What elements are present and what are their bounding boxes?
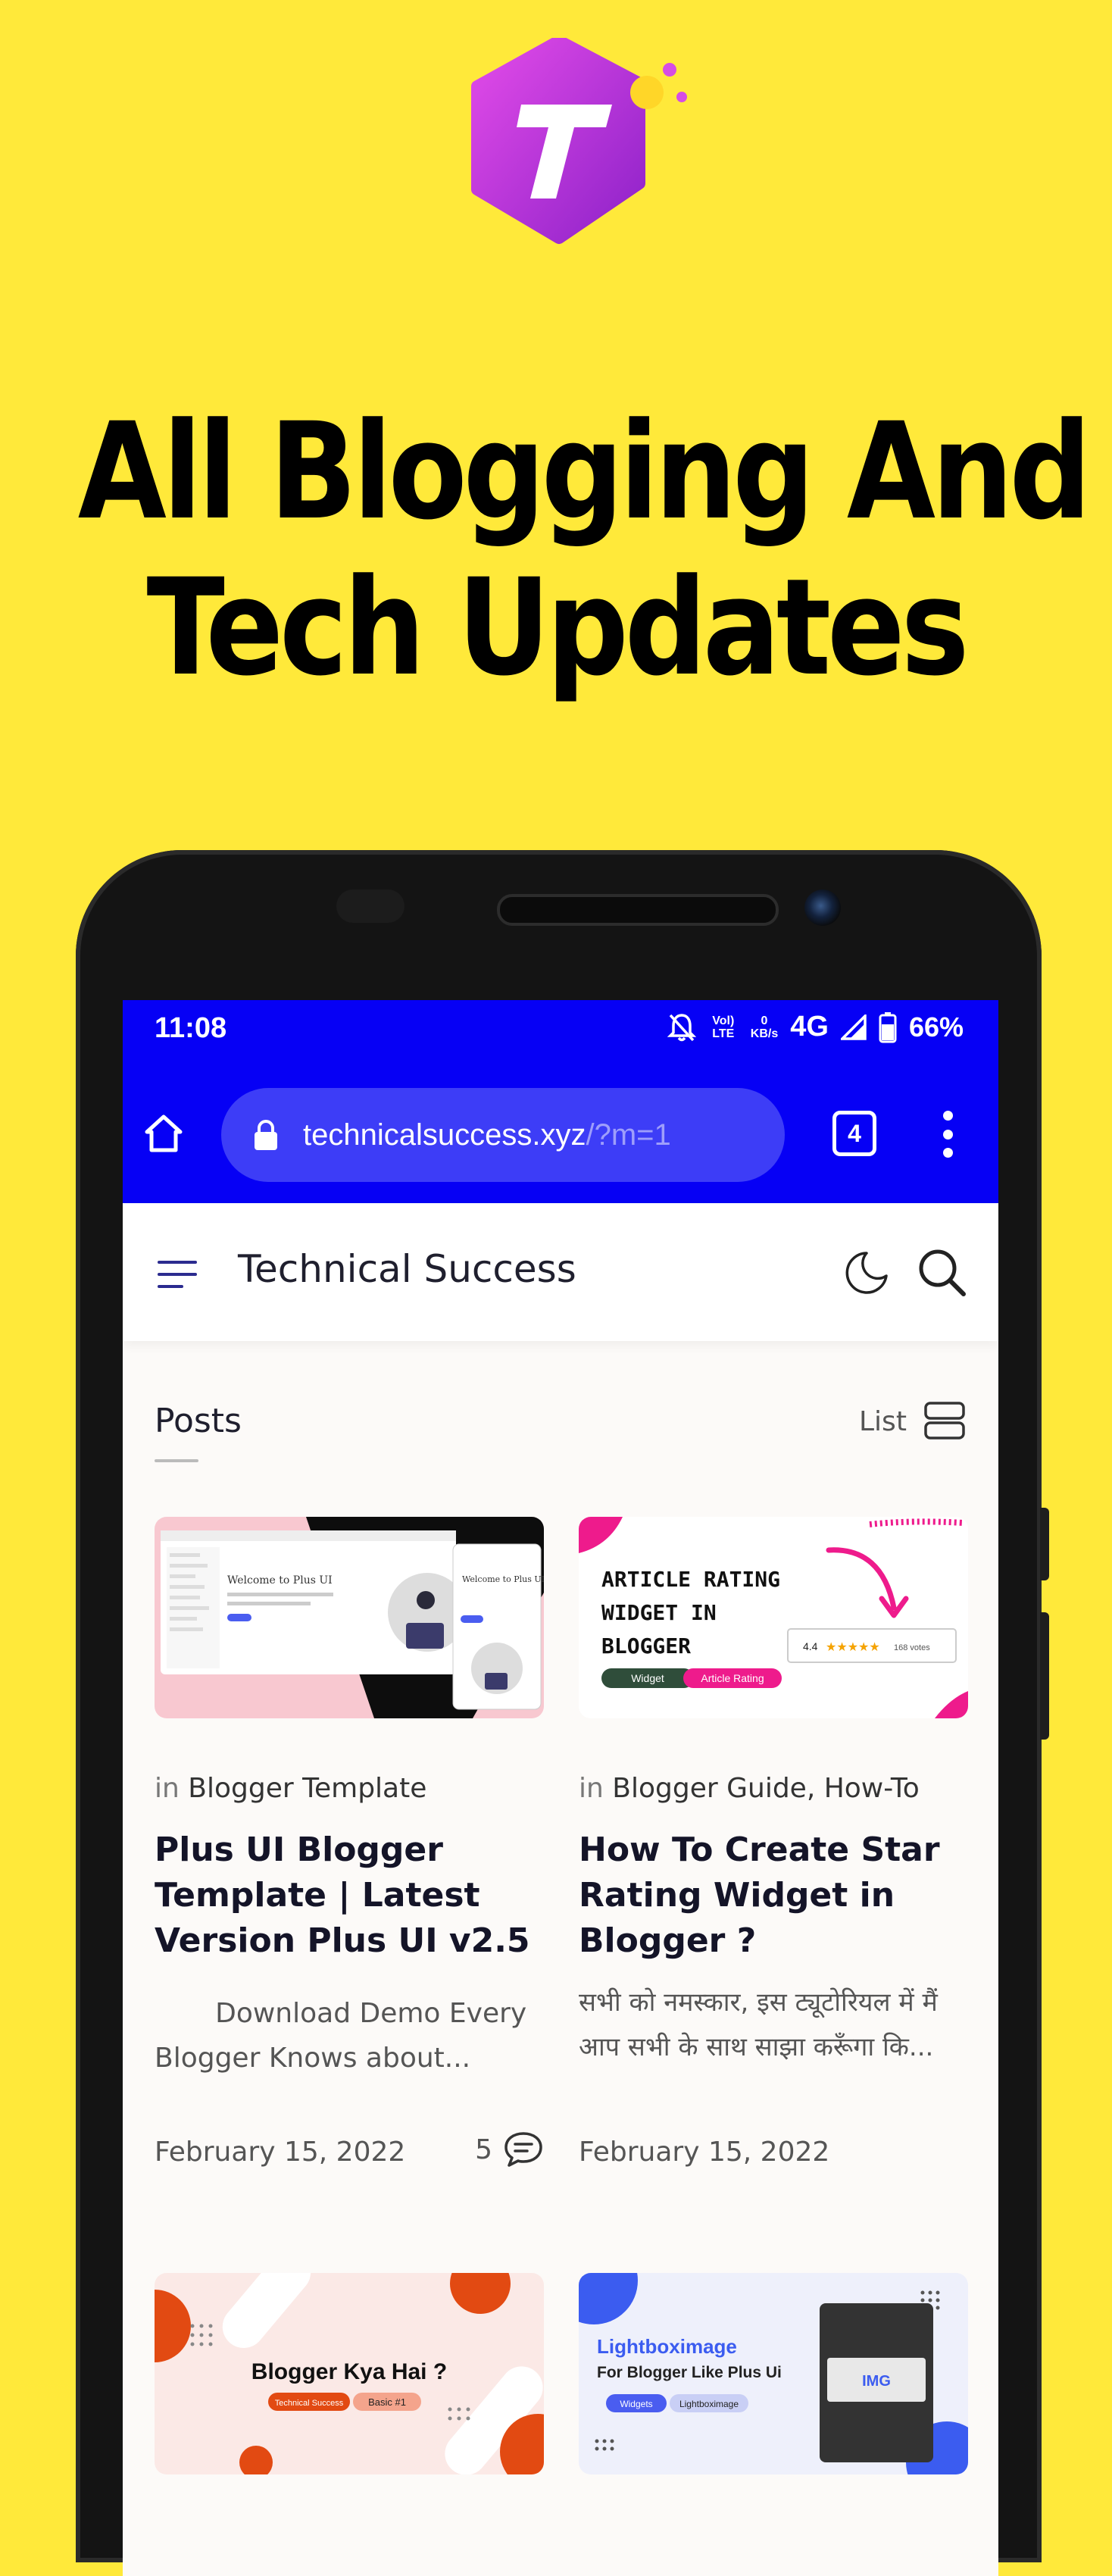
speed-unit: KB/s — [750, 1027, 779, 1040]
url-path: /?m=1 — [586, 1118, 671, 1152]
volte-indicator: Vol) LTE — [712, 1014, 735, 1040]
network-type: 4G — [790, 1011, 829, 1043]
battery-icon — [879, 1011, 897, 1043]
post-date: February 15, 2022 — [155, 2137, 406, 2168]
proximity-sensor — [336, 889, 405, 923]
promo-headline: All Blogging And Tech Updates — [77, 394, 1092, 706]
address-row: technicalsuccess.xyz/?m=1 4 — [123, 1088, 998, 1186]
heading-underline — [155, 1459, 198, 1462]
url-bar[interactable]: technicalsuccess.xyz/?m=1 — [221, 1088, 785, 1182]
volume-button — [1040, 1508, 1049, 1580]
posts-heading: Posts — [155, 1402, 242, 1440]
speed-indicator: 0 KB/s — [751, 1014, 778, 1040]
dark-mode-moon-icon[interactable] — [844, 1250, 889, 1296]
tabs-button[interactable]: 4 — [832, 1111, 876, 1156]
thumb-title-1: Lightboximage — [597, 2335, 737, 2358]
hamburger-menu-icon[interactable] — [156, 1259, 198, 1290]
signal-icon — [840, 1014, 867, 1040]
thumb-tag-1: Widget — [631, 1672, 664, 1684]
lock-icon — [255, 1120, 277, 1150]
post-thumbnail[interactable]: ARTICLE RATING WIDGET IN BLOGGER Widget … — [579, 1517, 968, 1718]
battery-level: 66% — [908, 1011, 964, 1043]
thumb-tag-2: Article Rating — [701, 1672, 764, 1684]
thumb-tag-1: Technical Success — [275, 2399, 344, 2408]
thumb-title: Blogger Kya Hai ? — [251, 2359, 447, 2384]
post-title[interactable]: How To Create Star Rating Widget in Blog… — [579, 1827, 968, 1964]
thumb-img-label: IMG — [862, 2373, 891, 2390]
thumb-mobile-welcome: Welcome to Plus UI — [462, 1574, 544, 1584]
post-category: in Blogger Guide, How-To — [579, 1773, 920, 1804]
post-thumbnail[interactable]: Lightboximage For Blogger Like Plus Ui W… — [579, 2273, 968, 2474]
post-excerpt: Download Demo Every Blogger Knows about.… — [155, 1998, 527, 2074]
status-time: 11:08 — [155, 1012, 227, 1044]
thumb-title-2: For Blogger Like Plus Ui — [597, 2364, 782, 2381]
search-icon[interactable] — [915, 1246, 968, 1299]
post-thumbnail[interactable]: Welcome to Plus UI Welcome to Plus UI — [155, 1517, 544, 1718]
bell-muted-icon — [667, 1013, 696, 1041]
phone-screen: 11:08 Vol) LTE 0 KB/s 4G 66% technicalsu… — [123, 1000, 998, 2576]
site-header: Technical Success — [123, 1203, 998, 1341]
thumb-line-3: BLOGGER — [601, 1633, 691, 1658]
thumb-tag-2: Basic #1 — [368, 2396, 406, 2408]
browser-menu-button[interactable] — [942, 1111, 953, 1158]
post-thumbnail[interactable]: Blogger Kya Hai ? Technical Success Basi… — [155, 2273, 544, 2474]
headline-line-2: Tech Updates — [146, 550, 970, 705]
thumb-tag-2: Lightboximage — [679, 2399, 739, 2409]
site-title[interactable]: Technical Success — [238, 1247, 576, 1291]
comment-count-value: 5 — [475, 2134, 492, 2165]
star-rating-icon: ★★★★★ — [826, 1641, 880, 1654]
comment-icon — [504, 2132, 542, 2167]
browser-top-bar: 11:08 Vol) LTE 0 KB/s 4G 66% technicalsu… — [123, 1000, 998, 1203]
thumb-welcome-text: Welcome to Plus UI — [227, 1574, 333, 1587]
earpiece-speaker — [497, 894, 779, 926]
comment-count[interactable]: 5 — [475, 2131, 544, 2168]
phone-frame: 11:08 Vol) LTE 0 KB/s 4G 66% technicalsu… — [76, 850, 1049, 2576]
list-view-icon[interactable] — [923, 1399, 967, 1443]
category-link[interactable]: Blogger Template — [188, 1773, 426, 1804]
in-label: in — [579, 1773, 604, 1804]
category-link[interactable]: Blogger Guide, How-To — [612, 1773, 920, 1804]
post-title[interactable]: Plus UI Blogger Template | Latest Versio… — [155, 1827, 544, 1964]
post-date: February 15, 2022 — [579, 2137, 830, 2168]
url-domain: technicalsuccess.xyz — [303, 1118, 586, 1152]
view-mode-label[interactable]: List — [859, 1406, 907, 1437]
status-icons: Vol) LTE 0 KB/s 4G 66% — [667, 1011, 964, 1043]
thumb-tag-1: Widgets — [620, 2399, 652, 2409]
thumb-line-1: ARTICLE RATING — [601, 1567, 780, 1592]
power-button — [1040, 1612, 1049, 1740]
thumb-votes: 168 votes — [894, 1643, 930, 1652]
front-camera — [804, 889, 841, 926]
post-excerpt: सभी को नमस्कार, इस ट्यूटोरियल में मैं आप… — [579, 1987, 938, 2062]
app-logo — [471, 38, 687, 244]
speed-value: 0 — [761, 1014, 768, 1027]
headline-line-1: All Blogging And — [77, 394, 1092, 549]
in-label: in — [155, 1773, 180, 1804]
post-category: in Blogger Template — [155, 1773, 426, 1804]
thumb-line-2: WIDGET IN — [601, 1600, 717, 1625]
home-icon[interactable] — [141, 1111, 186, 1156]
thumb-rating: 4.4 — [803, 1640, 818, 1652]
